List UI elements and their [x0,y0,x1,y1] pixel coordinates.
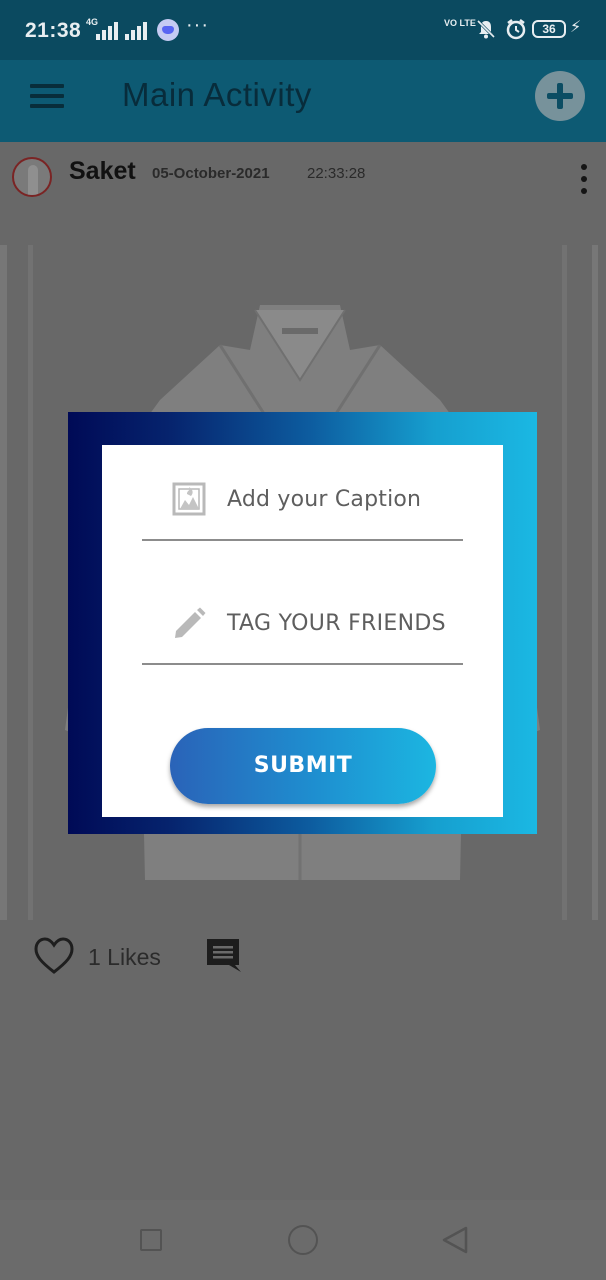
tags-field[interactable]: TAG YOUR FRIENDS [142,569,463,665]
more-notifications-icon: ··· [186,14,209,36]
heart-icon[interactable] [33,936,75,976]
more-vert-icon[interactable] [580,164,588,194]
signal-icon [96,20,120,40]
mute-icon [476,19,496,39]
post-actions: 1 Likes [0,928,606,988]
add-post-button[interactable] [535,71,585,121]
avatar[interactable] [12,157,52,197]
comment-icon[interactable] [205,937,241,973]
app-bar: Main Activity [0,60,606,142]
post-header: Saket 05-October-2021 22:33:28 [0,142,606,212]
dialog-card: Add your Caption TAG YOUR FRIENDS SUBMIT [102,445,503,817]
volte-label: VO LTE [444,18,476,28]
tag-friends-input[interactable]: TAG YOUR FRIENDS [227,611,446,636]
post-image-border [592,245,598,920]
post-username[interactable]: Saket [69,157,136,186]
nav-home-icon[interactable] [288,1225,318,1255]
image-icon [172,482,206,516]
likes-count: 1 Likes [88,944,161,970]
create-post-dialog: Add your Caption TAG YOUR FRIENDS SUBMIT [68,412,537,834]
post-image-border [562,245,567,920]
alarm-icon [506,19,526,40]
post-time: 22:33:28 [307,165,366,182]
battery-indicator: 36 [532,20,566,38]
caption-input[interactable]: Add your Caption [227,487,421,512]
post-image-border [28,245,33,920]
page-title: Main Activity [122,76,312,113]
caption-field[interactable]: Add your Caption [142,445,463,541]
charging-icon: ⚡ [570,19,582,36]
nav-square-icon[interactable] [140,1229,162,1251]
post-date: 05-October-2021 [152,165,270,182]
post-image-border [0,245,7,920]
nav-back-icon[interactable] [441,1225,469,1255]
discord-icon [157,19,179,41]
system-nav-bar [0,1200,606,1280]
status-bar: 21:38 4G ··· VO LTE 36 ⚡ [0,0,606,60]
signal-icon-2 [125,20,149,40]
submit-button[interactable]: SUBMIT [170,728,436,804]
pencil-icon [175,607,206,638]
menu-icon[interactable] [30,84,64,108]
status-time: 21:38 [25,19,82,42]
